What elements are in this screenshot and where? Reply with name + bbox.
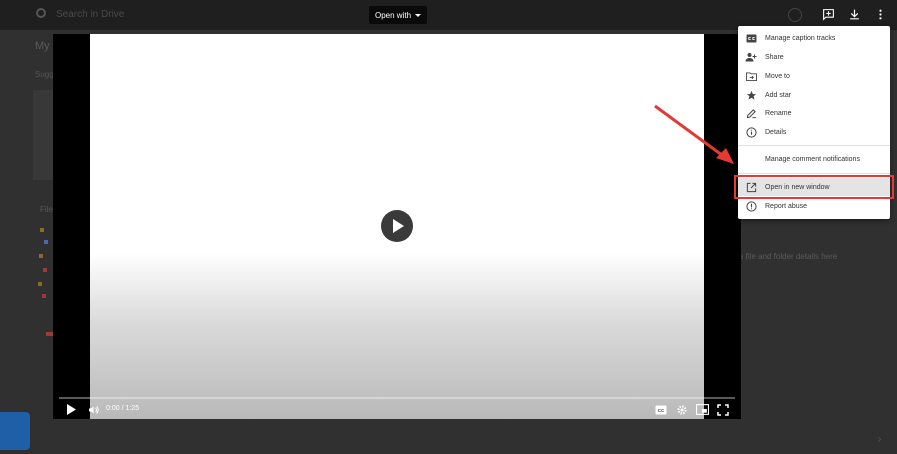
menu-item-label: Report abuse bbox=[765, 202, 808, 210]
closed-caption-icon bbox=[745, 32, 757, 44]
report-icon bbox=[745, 200, 757, 212]
menu-item-manage-caption-tracks[interactable]: Manage caption tracks bbox=[738, 29, 890, 47]
star-icon bbox=[745, 89, 757, 101]
menu-item-label: Rename bbox=[765, 109, 792, 117]
menu-item-label: Share bbox=[765, 53, 784, 61]
menu-item-details[interactable]: Details bbox=[738, 123, 890, 141]
menu-item-rename[interactable]: Rename bbox=[738, 104, 890, 122]
menu-item-label: Manage caption tracks bbox=[765, 34, 836, 42]
menu-item-manage-comment-notifications[interactable]: Manage comment notifications bbox=[738, 150, 890, 168]
menu-item-move-to[interactable]: Move to bbox=[738, 67, 890, 85]
info-icon bbox=[745, 126, 757, 138]
menu-item-label: Move to bbox=[765, 72, 790, 80]
menu-item-share[interactable]: Share bbox=[738, 48, 890, 66]
menu-item-label: Manage comment notifications bbox=[765, 155, 860, 163]
menu-divider bbox=[738, 145, 890, 146]
move-folder-icon bbox=[745, 70, 757, 82]
menu-item-label: Details bbox=[765, 128, 787, 136]
menu-divider bbox=[738, 173, 890, 174]
menu-item-add-star[interactable]: Add star bbox=[738, 86, 890, 104]
menu-item-report-abuse[interactable]: Report abuse bbox=[738, 197, 890, 215]
pencil-icon bbox=[745, 107, 757, 119]
menu-item-label: Add star bbox=[765, 91, 792, 99]
add-person-icon bbox=[745, 51, 757, 63]
highlight-box bbox=[734, 175, 894, 199]
